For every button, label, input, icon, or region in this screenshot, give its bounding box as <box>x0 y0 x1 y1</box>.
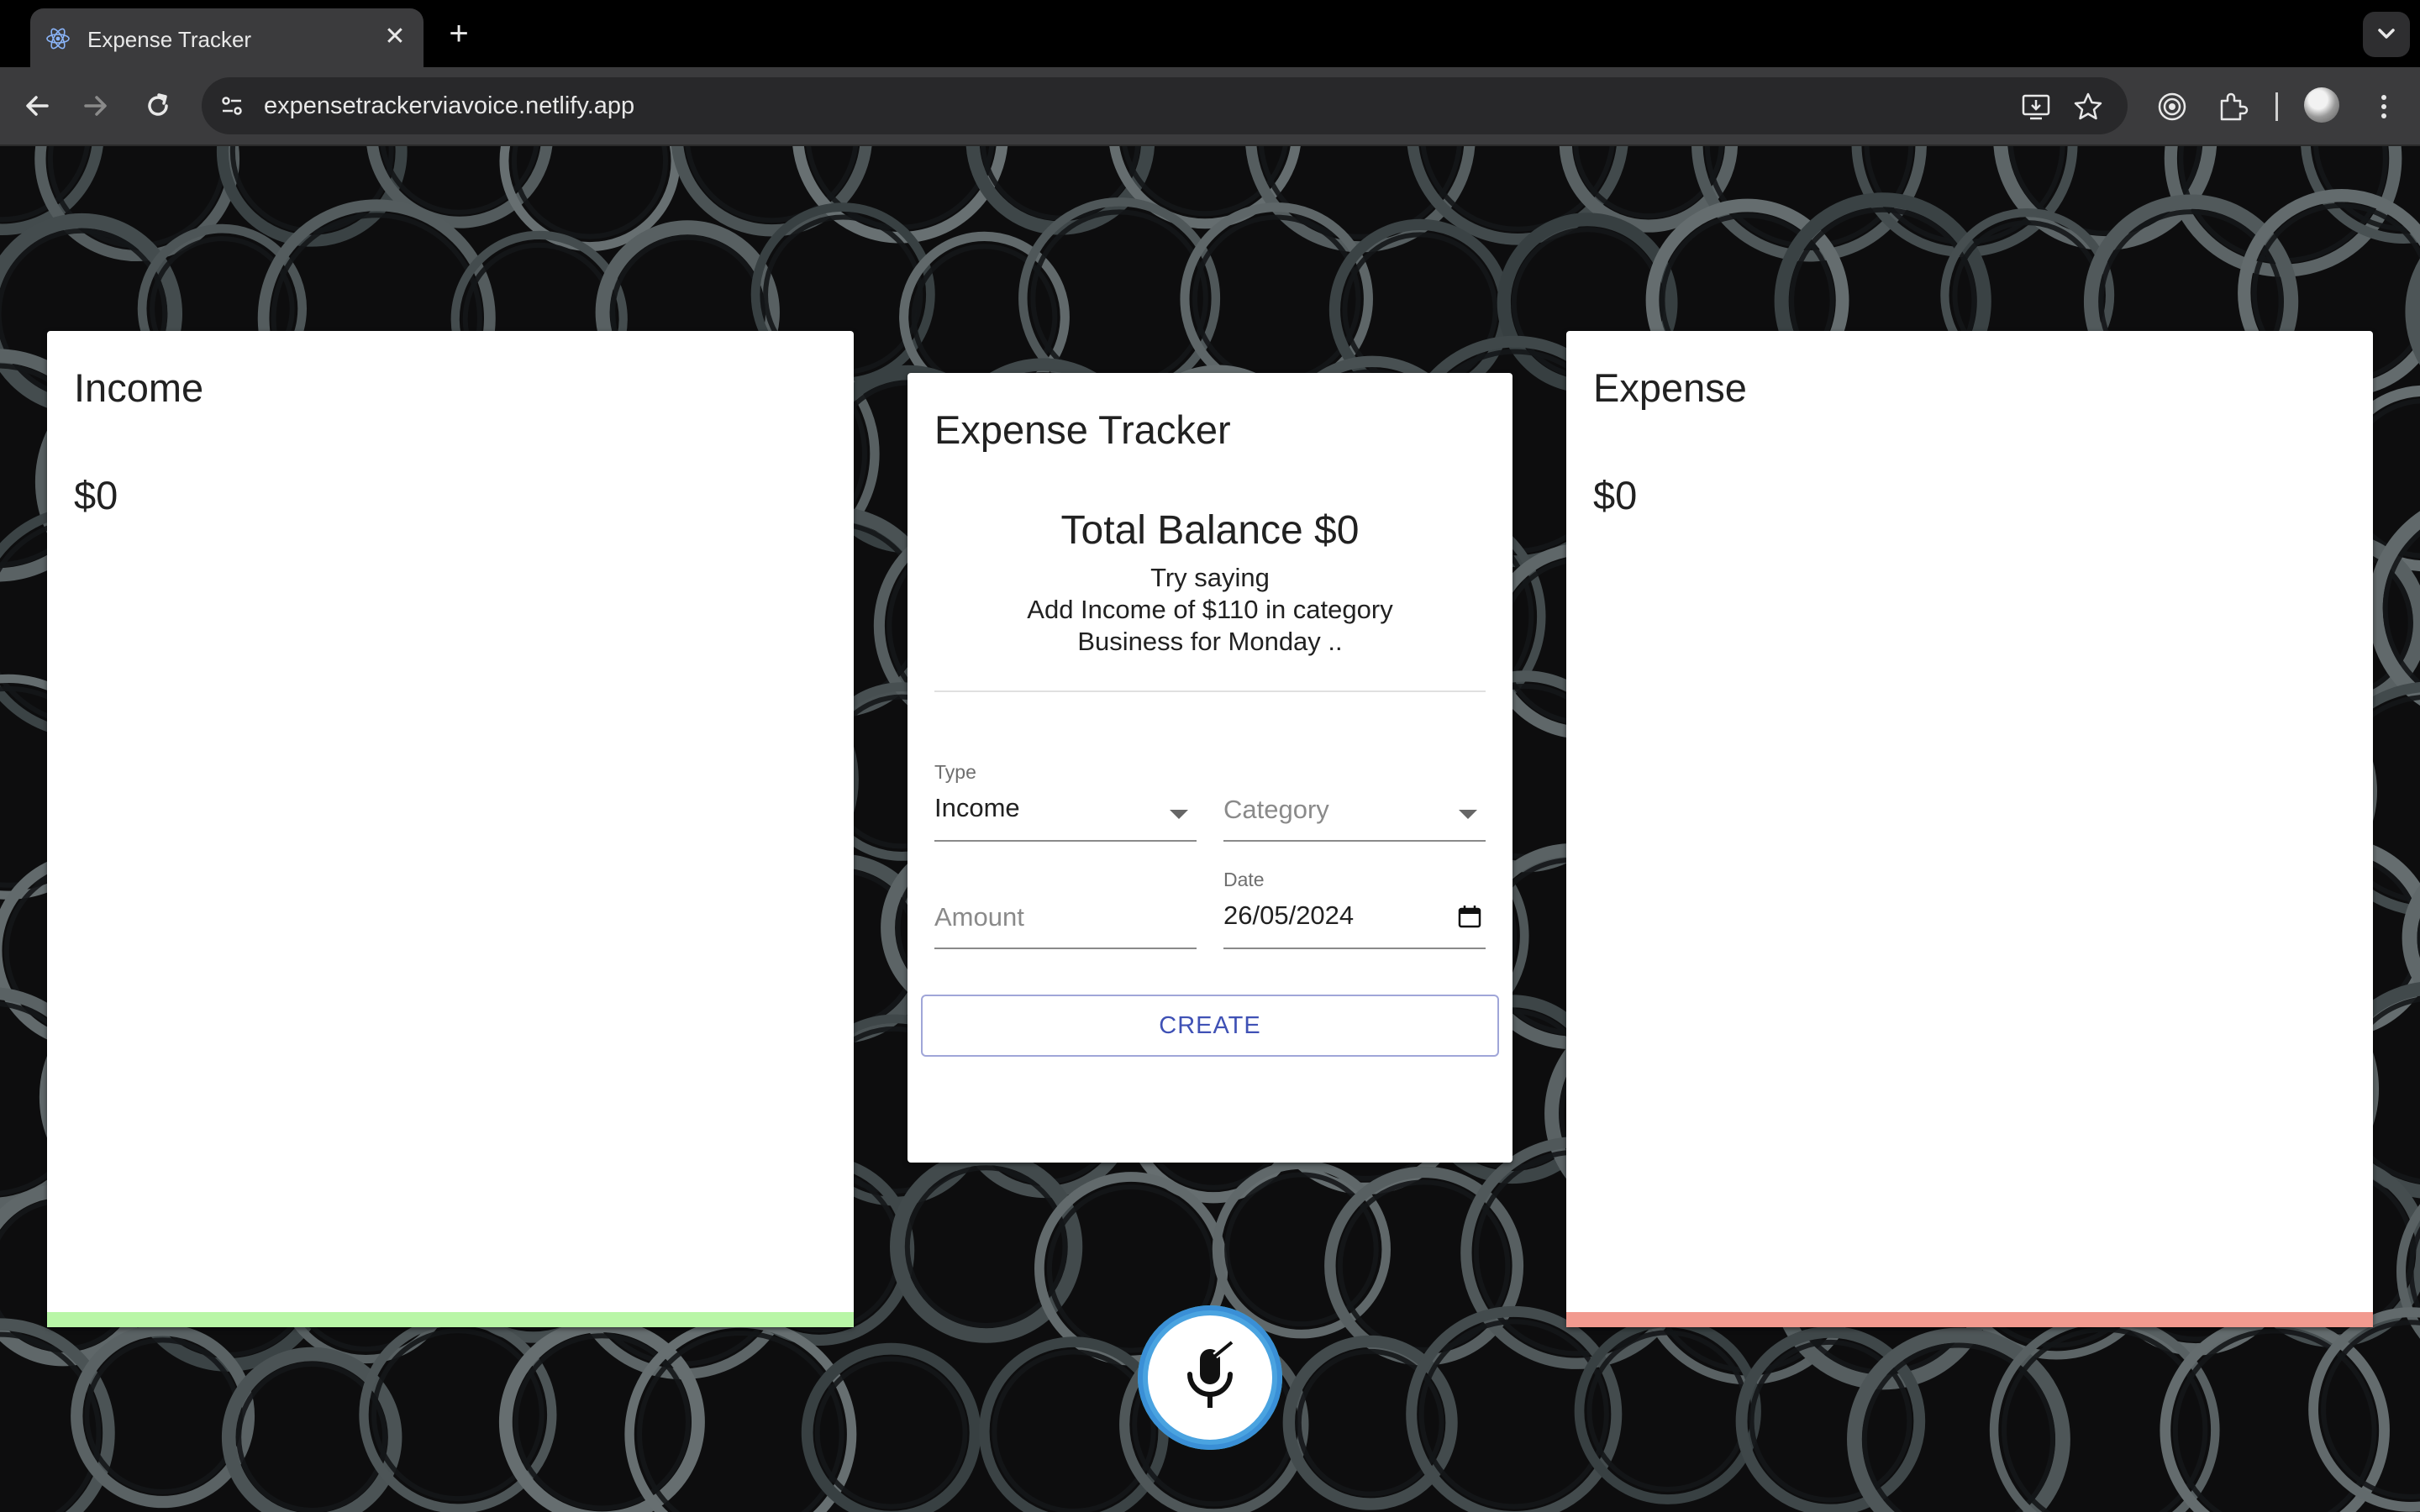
income-amount: $0 <box>74 473 118 517</box>
type-value[interactable]: Income <box>934 793 1020 823</box>
back-arrow-icon[interactable] <box>17 86 57 126</box>
tracker-title: Expense Tracker <box>934 407 1231 452</box>
toolbar-divider <box>2275 92 2278 121</box>
expense-accent-stripe <box>1566 1312 2373 1327</box>
kebab-menu-icon[interactable] <box>2368 91 2400 123</box>
tab-title: Expense Tracker <box>87 27 252 52</box>
bookmark-star-icon[interactable] <box>2072 91 2104 123</box>
dropdown-caret-icon[interactable] <box>1459 810 1477 819</box>
address-bar[interactable]: expensetrackerviavoice.netlify.app <box>202 77 2128 134</box>
amount-placeholder[interactable]: Amount <box>934 902 1024 932</box>
hint-line-2: Add Income of $110 in category <box>1027 595 1393 624</box>
amount-underline <box>934 948 1197 949</box>
page-viewport: Income $0 Expense Tracker Total Balance … <box>0 146 2420 1512</box>
date-value[interactable]: 26/05/2024 <box>1223 900 1354 931</box>
tab-bar: Expense Tracker ✕ + <box>0 0 2420 67</box>
section-divider <box>934 690 1486 692</box>
browser-toolbar: expensetrackerviavoice.netlify.app <box>0 67 2420 146</box>
url-text[interactable]: expensetrackerviavoice.netlify.app <box>264 92 634 120</box>
category-underline <box>1223 840 1486 842</box>
reload-icon[interactable] <box>138 86 178 126</box>
create-button[interactable]: CREATE <box>921 995 1499 1057</box>
expense-amount: $0 <box>1593 473 1638 517</box>
tracker-card: Expense Tracker Total Balance $0 Try say… <box>908 373 1512 1163</box>
date-label: Date <box>1223 869 1265 890</box>
close-icon[interactable]: ✕ <box>378 20 412 54</box>
plus-icon[interactable]: + <box>440 15 477 52</box>
browser-tab[interactable]: Expense Tracker ✕ <box>30 8 424 67</box>
avatar[interactable] <box>2304 87 2339 123</box>
extension-target-icon[interactable] <box>2156 91 2188 123</box>
type-underline <box>934 840 1197 842</box>
dropdown-caret-icon[interactable] <box>1170 810 1188 819</box>
chevron-down-icon <box>2378 29 2395 39</box>
install-app-icon[interactable] <box>2020 91 2052 123</box>
react-logo-icon <box>46 28 70 50</box>
puzzle-icon[interactable] <box>2217 91 2249 123</box>
expense-card: Expense $0 <box>1566 331 2373 1327</box>
income-title: Income <box>74 365 204 410</box>
total-balance: Total Balance $0 <box>1060 508 1360 553</box>
type-label: Type <box>934 761 976 783</box>
hint-line-3: Business for Monday .. <box>1077 627 1343 656</box>
hint-line-1: Try saying <box>1150 563 1270 592</box>
site-info-icon[interactable] <box>217 91 247 121</box>
category-placeholder[interactable]: Category <box>1223 795 1329 825</box>
date-underline <box>1223 948 1486 949</box>
voice-mic-button[interactable] <box>1143 1310 1277 1445</box>
microphone-off-icon <box>1187 1337 1236 1408</box>
income-accent-stripe <box>47 1312 854 1327</box>
expense-title: Expense <box>1593 365 1747 410</box>
tab-search-button[interactable] <box>2363 12 2410 57</box>
forward-arrow-icon[interactable] <box>76 86 116 126</box>
calendar-icon[interactable] <box>1457 904 1482 929</box>
income-card: Income $0 <box>47 331 854 1327</box>
